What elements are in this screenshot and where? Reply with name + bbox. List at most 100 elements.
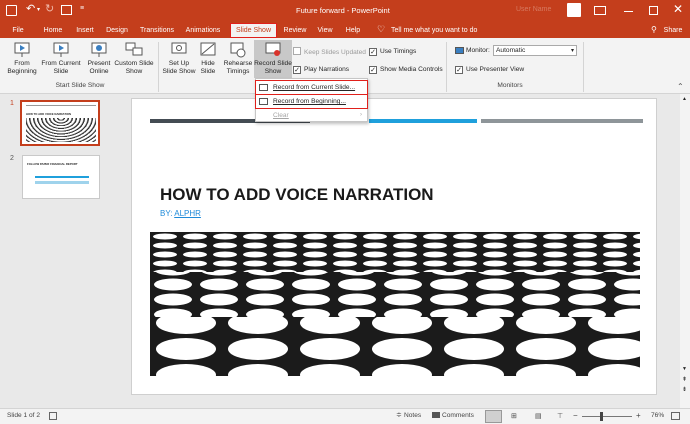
- custom-show-icon: [125, 42, 143, 56]
- hide-slide-icon: [200, 42, 216, 56]
- presentation-icon[interactable]: [61, 5, 72, 15]
- hide-slide-button[interactable]: Hide Slide: [196, 42, 220, 76]
- slideshow-current-icon: [53, 42, 69, 57]
- slide-thumbnail-2[interactable]: FOLLOW PAPER FINANCIAL REPORT: [22, 155, 100, 199]
- ribbon-display-icon[interactable]: [594, 6, 606, 15]
- tab-transitions[interactable]: Transitions: [137, 24, 177, 37]
- tell-me-search[interactable]: Tell me what you want to do: [391, 24, 486, 37]
- undo-dropdown-icon[interactable]: ▾: [37, 6, 40, 13]
- record-from-current-item[interactable]: Record from Current Slide...: [255, 80, 368, 95]
- use-timings-checkbox[interactable]: ✓ Use Timings: [369, 47, 416, 56]
- zoom-out-icon[interactable]: −: [573, 411, 578, 420]
- clear-item[interactable]: Clear ›: [256, 109, 367, 122]
- monitor-select[interactable]: Automatic ▾: [493, 45, 577, 56]
- comments-button[interactable]: Comments: [442, 412, 474, 419]
- slide-bar-gray: [481, 119, 643, 123]
- clear-label: Clear: [273, 112, 289, 119]
- slide-subtitle[interactable]: BY: ALPHR: [160, 209, 201, 218]
- maximize-icon[interactable]: [649, 6, 658, 15]
- slide-sorter-icon[interactable]: ⊞: [511, 412, 517, 420]
- record-dropdown-menu: Record from Current Slide... Record from…: [255, 78, 368, 122]
- ribbon-tabs: File Home Insert Design Transitions Anim…: [0, 22, 690, 38]
- chevron-right-icon: ›: [360, 112, 362, 118]
- show-media-label: Show Media Controls: [380, 66, 443, 73]
- ribbon-divider: [446, 42, 447, 92]
- thumb-title-2: FOLLOW PAPER FINANCIAL REPORT: [27, 162, 78, 166]
- show-media-controls-checkbox[interactable]: ✓ Show Media Controls: [369, 65, 443, 74]
- zoom-in-icon[interactable]: +: [636, 411, 641, 420]
- tab-design[interactable]: Design: [102, 24, 132, 37]
- slide-title[interactable]: HOW TO ADD VOICE NARRATION: [160, 185, 434, 205]
- user-name[interactable]: User Name: [516, 6, 551, 13]
- fit-slide-icon[interactable]: [671, 412, 680, 420]
- keep-slides-updated-checkbox[interactable]: Keep Slides Updated: [293, 47, 366, 57]
- undo-icon[interactable]: ↶: [26, 2, 35, 15]
- slide-canvas[interactable]: HOW TO ADD VOICE NARRATION BY: ALPHR: [131, 98, 657, 395]
- subtitle-link[interactable]: ALPHR: [174, 209, 201, 218]
- tab-help[interactable]: Help: [342, 24, 364, 37]
- set-up-slide-show-button[interactable]: Set Up Slide Show: [162, 42, 196, 76]
- record-slide-icon: [259, 98, 268, 105]
- thumb-bar: [26, 105, 96, 106]
- check-icon: ✓: [455, 66, 463, 74]
- tab-slide-show[interactable]: Slide Show: [230, 23, 277, 38]
- record-from-beginning-item[interactable]: Record from Beginning...: [255, 94, 368, 109]
- redo-icon[interactable]: ↻: [45, 2, 54, 15]
- tab-animations[interactable]: Animations: [181, 24, 225, 37]
- close-icon[interactable]: ✕: [673, 2, 683, 16]
- slideshow-view-icon[interactable]: ⊤: [557, 412, 563, 420]
- check-icon: ✓: [293, 66, 301, 74]
- use-presenter-view-checkbox[interactable]: ✓ Use Presenter View: [455, 65, 524, 74]
- tab-insert[interactable]: Insert: [71, 24, 99, 37]
- tab-review[interactable]: Review: [281, 24, 309, 37]
- share-button[interactable]: Share: [659, 24, 687, 37]
- tab-view[interactable]: View: [314, 24, 336, 37]
- scroll-down-icon[interactable]: ▼: [682, 366, 687, 372]
- notes-icon: ≑: [396, 412, 402, 419]
- from-beginning-button[interactable]: From Beginning: [3, 42, 41, 76]
- hide-slide-label: Hide Slide: [200, 60, 216, 75]
- ribbon-divider: [158, 42, 159, 92]
- zoom-level[interactable]: 76%: [651, 412, 664, 419]
- record-icon: [265, 42, 281, 56]
- tab-home[interactable]: Home: [38, 24, 68, 37]
- normal-view-icon[interactable]: [485, 410, 502, 423]
- next-slide-icon[interactable]: ⇟: [682, 386, 687, 393]
- from-current-slide-button[interactable]: From Current Slide: [40, 42, 82, 76]
- custom-slide-show-button[interactable]: Custom Slide Show: [114, 42, 154, 76]
- chevron-down-icon: ▾: [570, 48, 574, 54]
- window-title: Future forward - PowerPoint: [296, 6, 390, 15]
- save-icon[interactable]: [6, 5, 17, 16]
- tab-file[interactable]: File: [8, 24, 28, 37]
- avatar[interactable]: [567, 3, 581, 17]
- accessibility-icon[interactable]: [49, 412, 57, 420]
- prev-slide-icon[interactable]: ⇞: [682, 376, 687, 383]
- from-current-label: From Current Slide: [41, 60, 81, 75]
- zoom-slider[interactable]: [582, 412, 632, 421]
- customize-qat-icon[interactable]: ≡: [80, 5, 84, 12]
- present-online-icon: [91, 42, 107, 57]
- group-label-start: Start Slide Show: [55, 82, 105, 89]
- play-narrations-checkbox[interactable]: ✓ Play Narrations: [293, 65, 349, 74]
- comments-icon: [432, 412, 440, 418]
- minimize-icon[interactable]: [624, 11, 633, 12]
- use-timings-label: Use Timings: [380, 48, 417, 55]
- lightbulb-icon[interactable]: ♡: [377, 24, 385, 35]
- title-bar: ↶ ▾ ↻ ≡ Future forward - PowerPoint User…: [0, 0, 690, 22]
- slide-thumbnail-1[interactable]: HOW TO ADD VOICE NARRATION: [20, 100, 100, 146]
- reading-view-icon[interactable]: ▤: [535, 412, 542, 420]
- record-beginning-label: Record from Beginning...: [273, 98, 346, 105]
- present-online-label: Present Online: [87, 60, 111, 75]
- share-icon[interactable]: ⚲: [651, 25, 657, 34]
- vertical-scrollbar[interactable]: ▲ ▼ ⇞ ⇟: [680, 94, 690, 408]
- present-online-button[interactable]: Present Online: [84, 42, 114, 76]
- thumb-image: [26, 118, 96, 142]
- notes-button[interactable]: Notes: [404, 412, 421, 419]
- collapse-ribbon-icon[interactable]: ⌃: [677, 82, 684, 91]
- rehearse-timings-button[interactable]: Rehearse Timings: [222, 42, 254, 76]
- slide-image-circles: [150, 232, 640, 376]
- scroll-up-icon[interactable]: ▲: [682, 96, 687, 102]
- zoom-slider-thumb[interactable]: [600, 412, 603, 421]
- record-slide-show-button[interactable]: Record Slide Show: [254, 40, 292, 78]
- presenter-view-label: Use Presenter View: [466, 66, 525, 73]
